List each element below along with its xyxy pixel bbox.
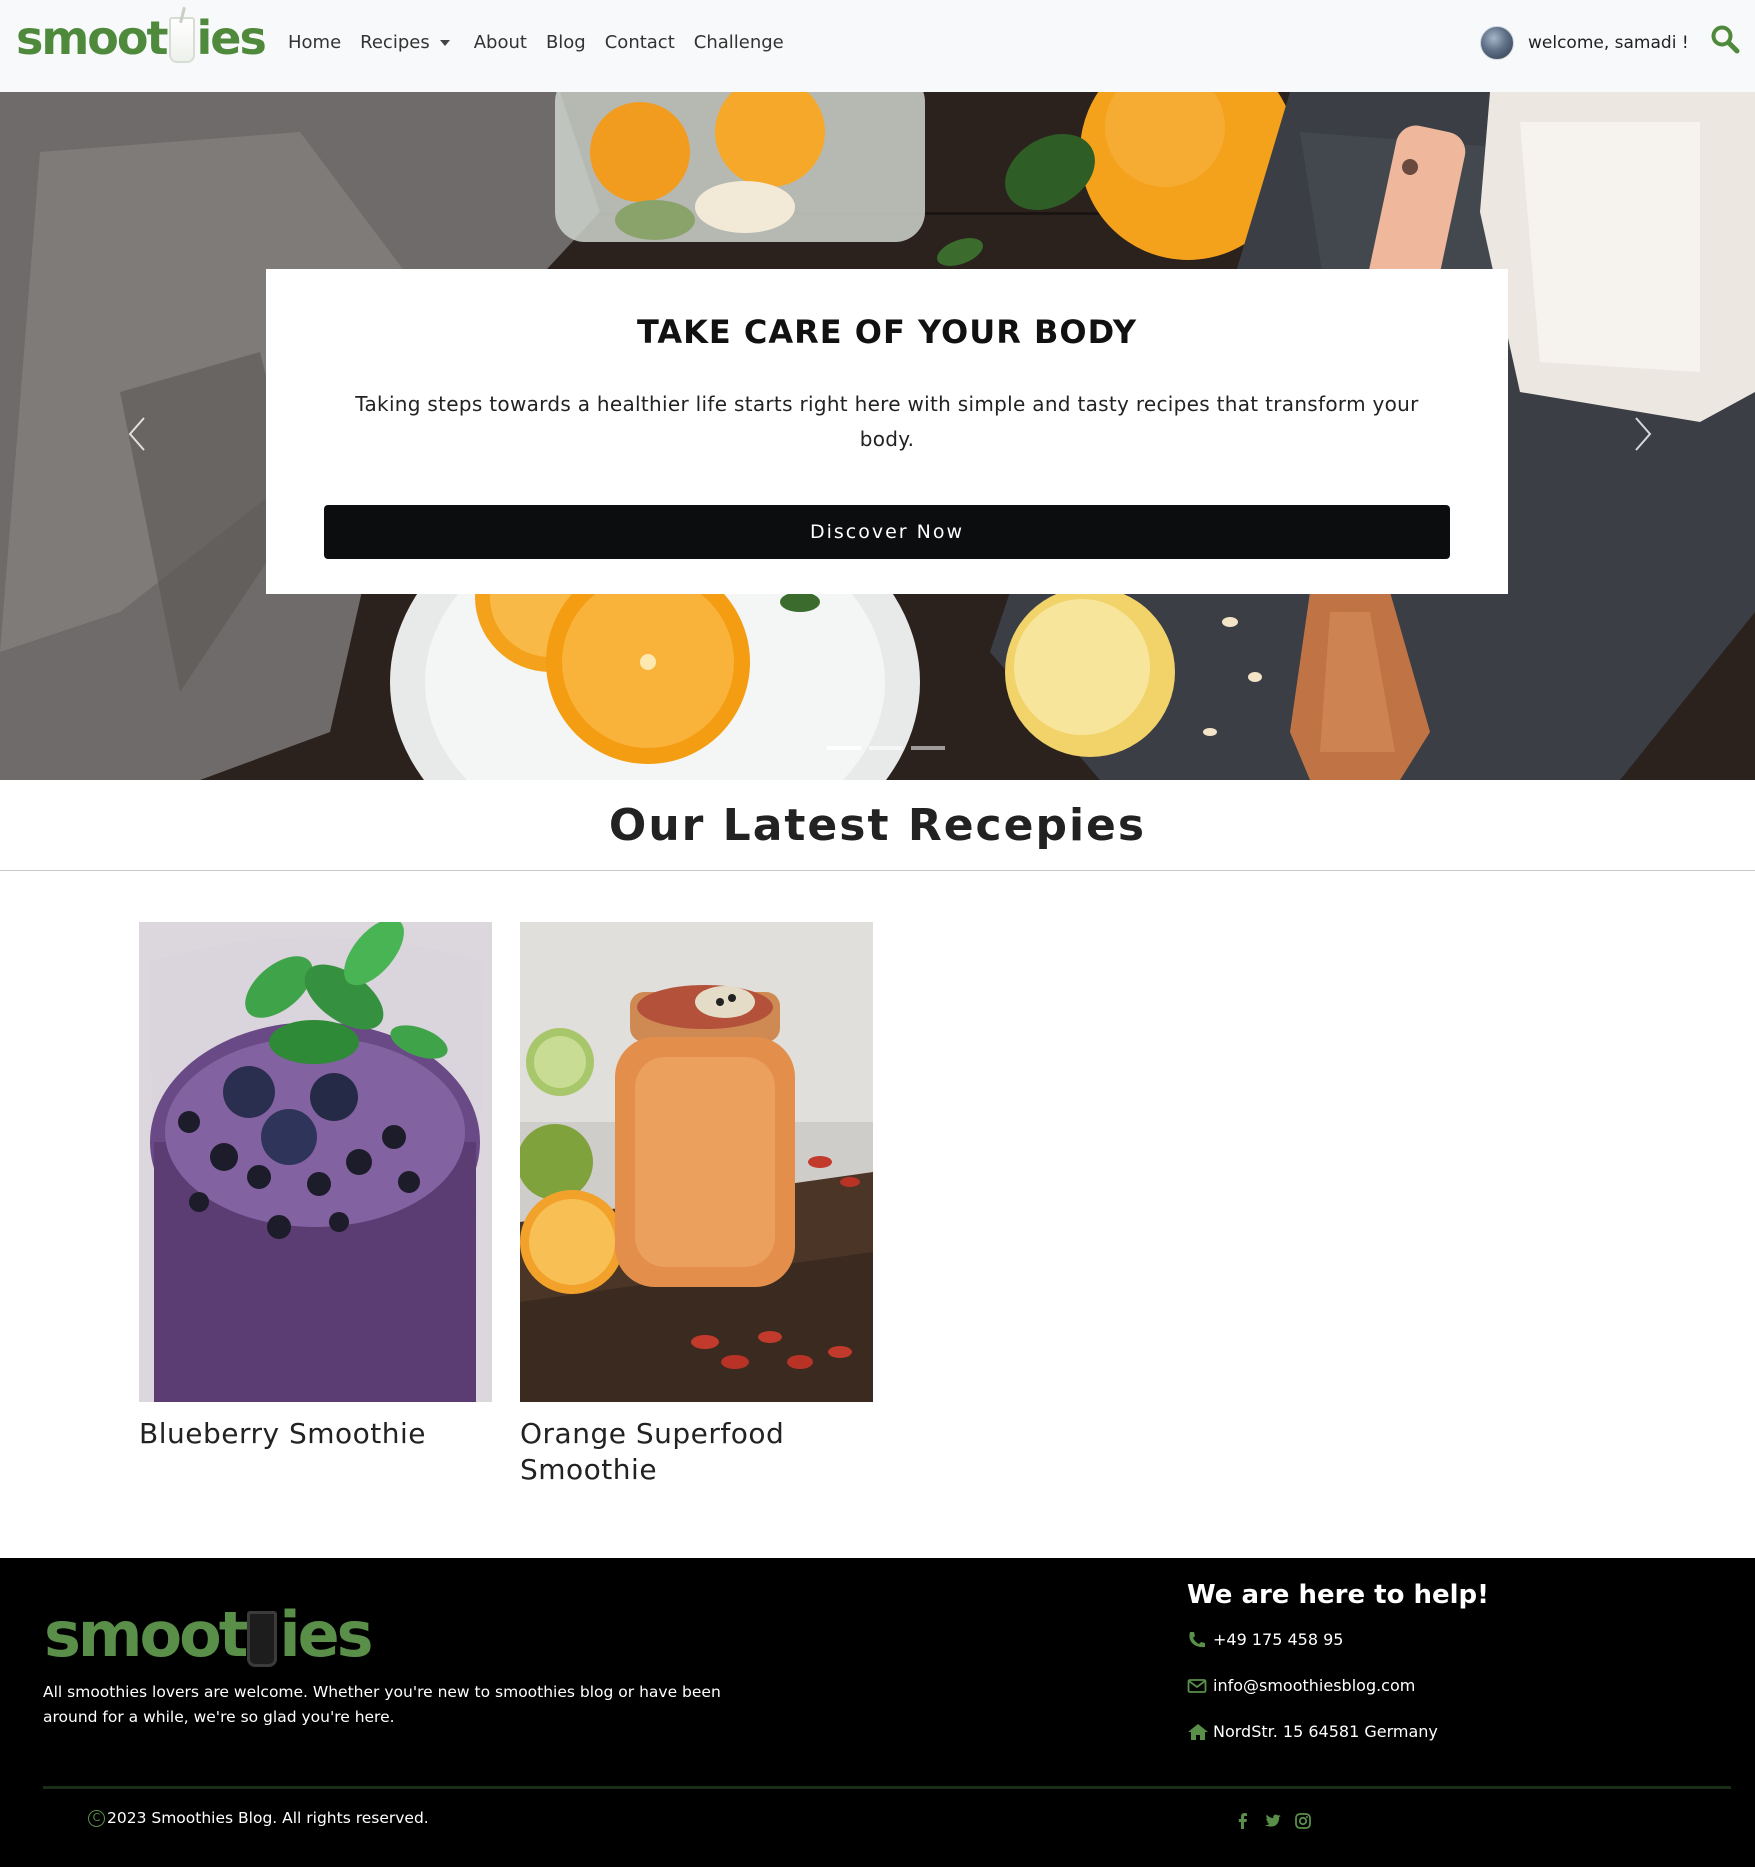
nav-link-about[interactable]: About — [474, 32, 527, 53]
contact-address: NordStr. 15 64581 Germany — [1187, 1722, 1438, 1741]
carousel-indicator-1[interactable] — [827, 746, 861, 750]
copyright-icon: C — [88, 1809, 105, 1827]
avatar[interactable] — [1480, 26, 1514, 60]
orange-smoothie-image[interactable] — [520, 922, 873, 1402]
contact-phone[interactable]: +49 175 458 95 — [1187, 1630, 1343, 1649]
hero-carousel: TAKE CARE OF YOUR BODY Taking steps towa… — [0, 92, 1755, 780]
footer-divider — [43, 1786, 1731, 1789]
logo-text-right: ies — [196, 11, 267, 65]
search-icon[interactable] — [1710, 24, 1740, 54]
contact-email[interactable]: info@smoothiesblog.com — [1187, 1676, 1415, 1695]
help-title: We are here to help! — [1187, 1580, 1490, 1610]
latest-recipes-title: Our Latest Recepies — [608, 800, 1147, 851]
address-text: NordStr. 15 64581 Germany — [1213, 1722, 1438, 1741]
footer-logo-text-right: ies — [279, 1598, 373, 1671]
user-menu[interactable]: welcome, samadi ! — [1480, 26, 1689, 60]
footer-logo-text-left: smoot — [44, 1598, 248, 1671]
recipe-title[interactable]: Orange Superfood Smoothie — [520, 1416, 873, 1488]
section-divider — [0, 870, 1755, 871]
home-icon — [1187, 1723, 1208, 1741]
welcome-text: welcome, samadi ! — [1528, 33, 1689, 53]
brand-logo[interactable]: smoot ies — [16, 10, 267, 66]
nav-dropdown-recipes[interactable]: Recipes — [360, 32, 450, 53]
hero-title: TAKE CARE OF YOUR BODY — [637, 313, 1137, 351]
discover-now-button[interactable]: Discover Now — [324, 505, 1450, 559]
footer-logo[interactable]: smoot ies — [44, 1598, 374, 1671]
recipe-card-blueberry[interactable]: Blueberry Smoothie — [139, 922, 492, 1452]
nav-link-contact[interactable]: Contact — [605, 32, 675, 53]
footer-about-text: All smoothies lovers are welcome. Whethe… — [43, 1683, 721, 1726]
navbar: smoot ies Home Recipes About Blog Contact… — [0, 0, 1755, 92]
nav-link-home[interactable]: Home — [288, 32, 341, 53]
blueberry-smoothie-image[interactable] — [139, 922, 492, 1402]
carousel-next-icon[interactable] — [1622, 404, 1662, 464]
carousel-indicator-2[interactable] — [869, 746, 903, 750]
phone-icon — [1187, 1631, 1207, 1649]
copyright: C 2023 Smoothies Blog. All rights reserv… — [88, 1809, 429, 1827]
footer: smoot ies All smoothies lovers are welcom… — [0, 1558, 1755, 1867]
carousel-indicator-3[interactable] — [911, 746, 945, 750]
hero-text: Taking steps towards a healthier life st… — [355, 392, 1419, 451]
main-nav: Home Recipes About Blog Contact Challeng… — [288, 32, 803, 53]
envelope-icon — [1187, 1677, 1207, 1695]
smoothie-cup-icon — [247, 1610, 278, 1667]
phone-number: +49 175 458 95 — [1213, 1630, 1344, 1649]
facebook-icon[interactable] — [1234, 1812, 1252, 1830]
instagram-icon[interactable] — [1294, 1812, 1312, 1830]
carousel-indicators — [827, 746, 945, 750]
nav-link-blog[interactable]: Blog — [546, 32, 586, 53]
nav-link-challenge[interactable]: Challenge — [694, 32, 784, 53]
copyright-text: 2023 Smoothies Blog. All rights reserved… — [107, 1809, 429, 1827]
email-address: info@smoothiesblog.com — [1213, 1676, 1416, 1695]
caret-down-icon — [439, 39, 450, 46]
smoothie-cup-icon — [168, 17, 195, 63]
recipe-title[interactable]: Blueberry Smoothie — [139, 1416, 492, 1452]
twitter-icon[interactable] — [1264, 1812, 1282, 1830]
hero-caption-card: TAKE CARE OF YOUR BODY Taking steps towa… — [266, 269, 1508, 594]
social-links — [1234, 1812, 1312, 1830]
logo-text-left: smoot — [16, 11, 169, 65]
carousel-prev-icon[interactable] — [118, 404, 158, 464]
recipe-card-orange[interactable]: Orange Superfood Smoothie — [520, 922, 873, 1488]
nav-link-recipes-label: Recipes — [360, 32, 430, 53]
